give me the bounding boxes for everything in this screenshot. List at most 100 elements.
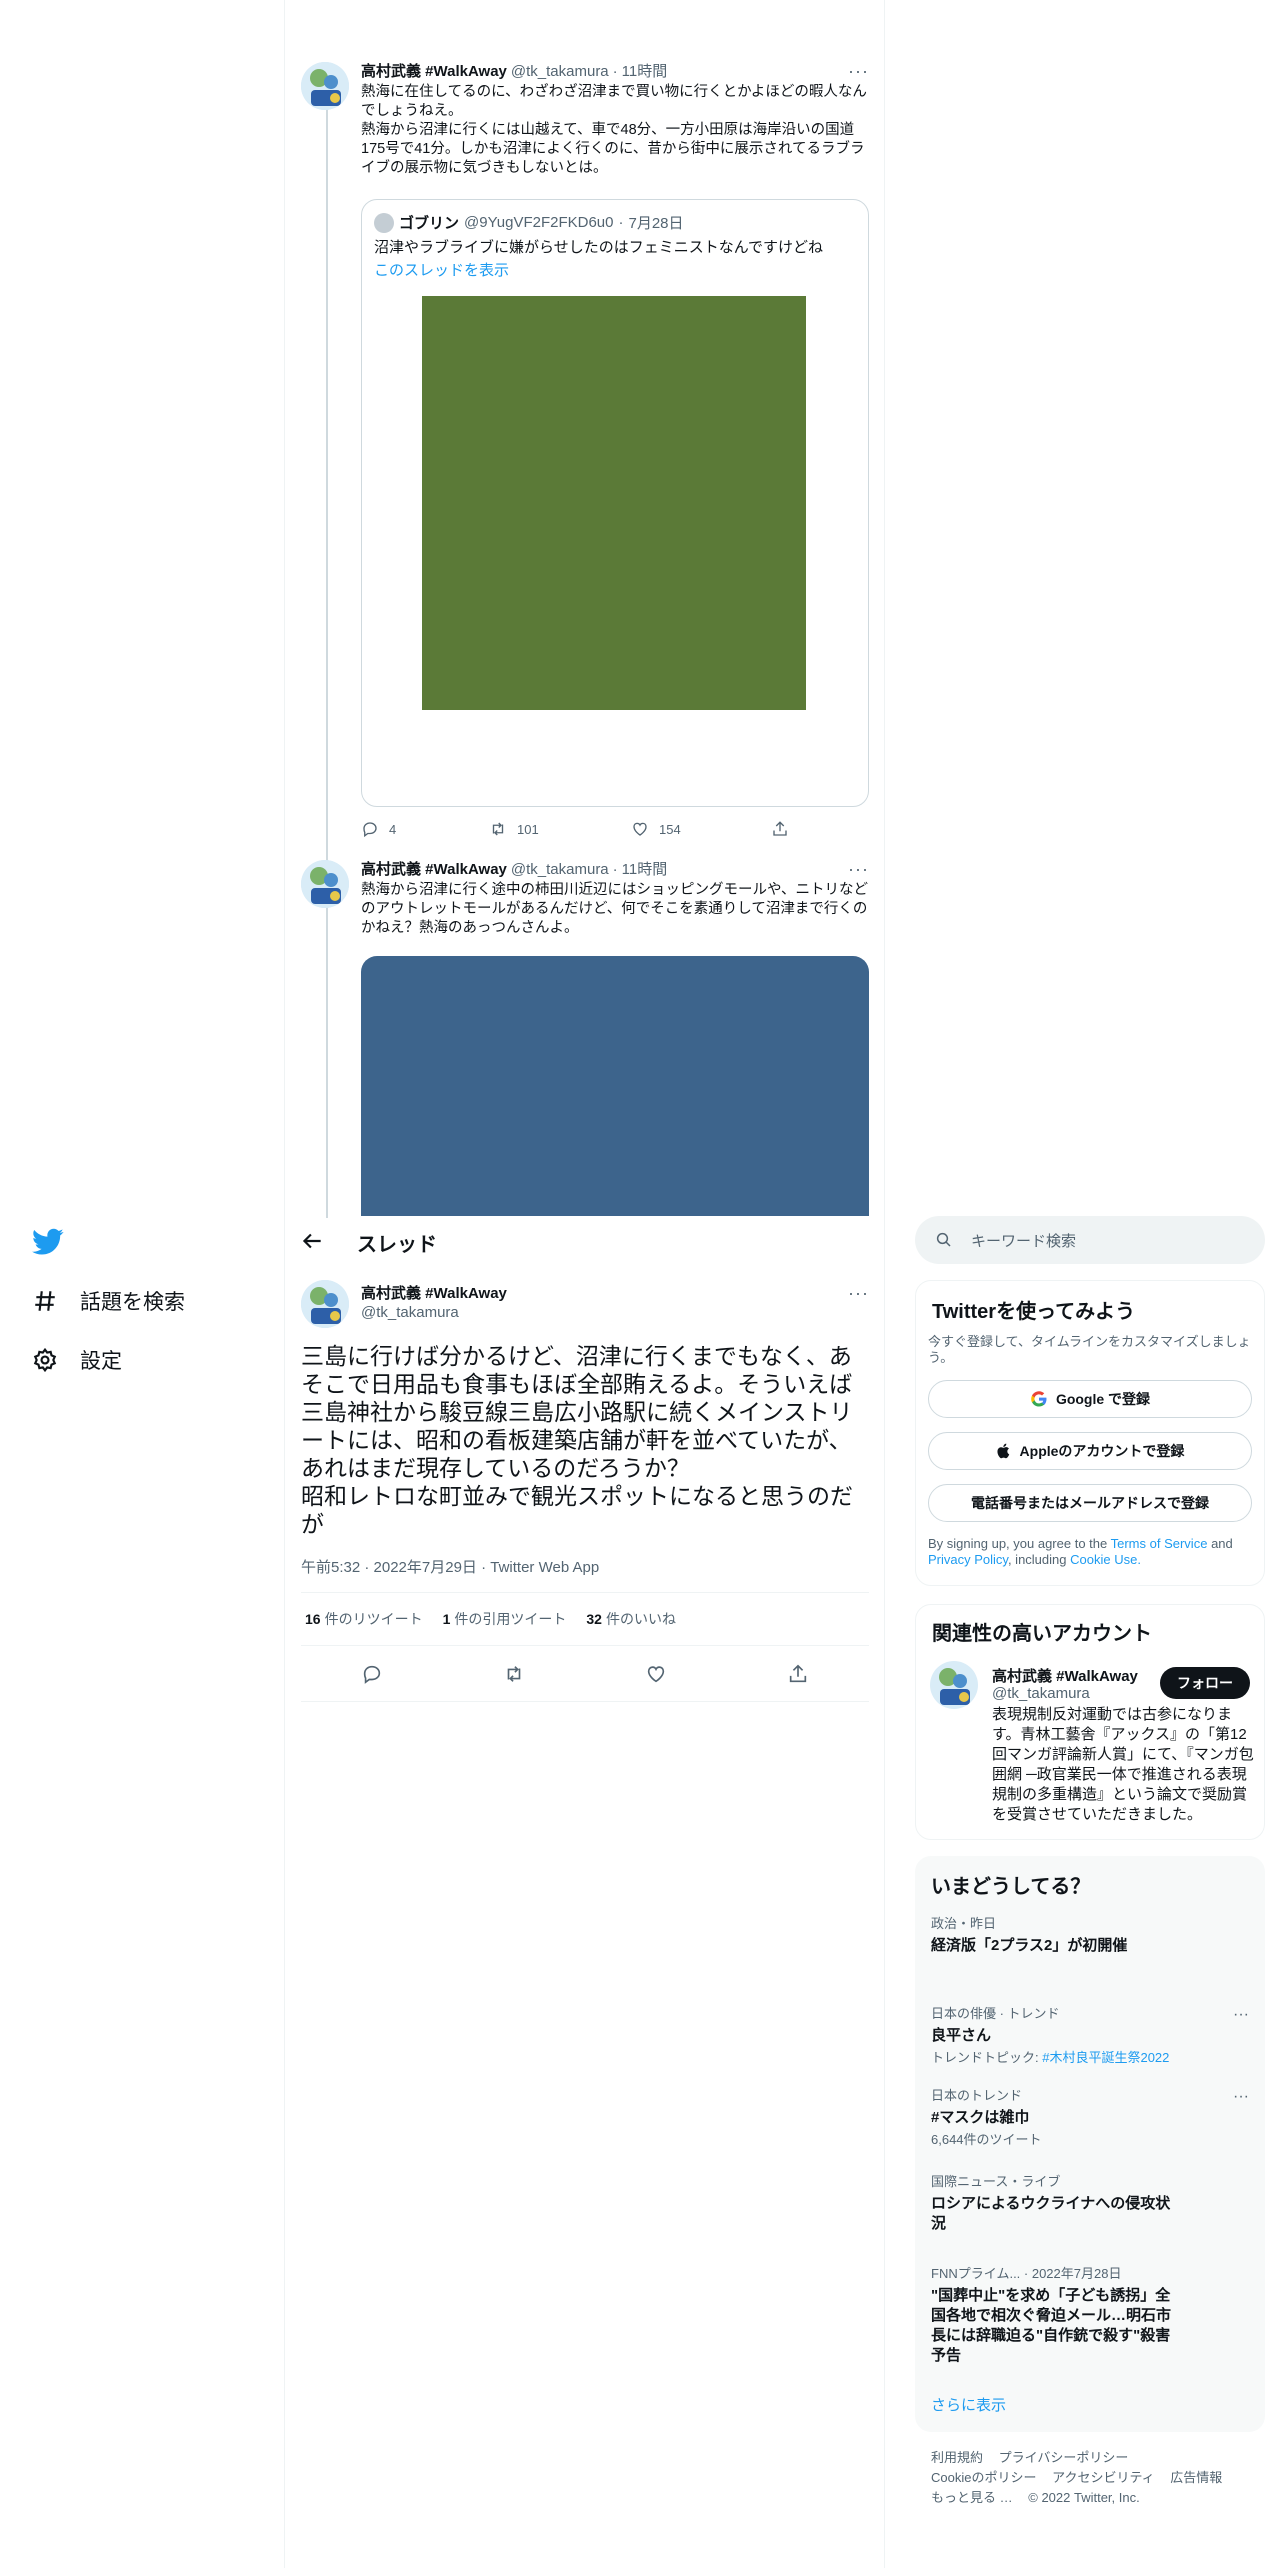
nav-settings-label: 設定 <box>80 1350 122 1373</box>
show-thread-link[interactable]: このスレッドを表示 <box>362 258 868 281</box>
avatar[interactable] <box>301 62 349 110</box>
related-accounts-card: 関連性の高いアカウント 高村武義 #WalkAway @tk_takamura … <box>915 1604 1265 1840</box>
more-options-icon[interactable]: ··· <box>848 62 869 80</box>
retweet-icon[interactable] <box>503 1663 525 1685</box>
quotes-stat[interactable]: 1 件の引用ツイート <box>443 1609 567 1629</box>
show-more-link[interactable]: さらに表示 <box>931 2394 1006 2415</box>
quoted-tweet-header: ゴブリン @9YugVF2F2FKD6u0 · 7月28日 <box>362 200 868 233</box>
thread-tweet-2[interactable]: 高村武義 #WalkAway @tk_takamura · 11時間 ··· 熱… <box>301 860 869 1216</box>
avatar-image <box>301 62 349 110</box>
focused-tweet-actions <box>301 1646 869 1702</box>
page-title: スレッド <box>357 1234 437 1256</box>
apple-signup-label: Appleのアカウントで登録 <box>1019 1443 1185 1459</box>
privacy-policy-link[interactable]: Privacy Policy <box>928 1552 1008 1567</box>
signup-title: Twitterを使ってみよう <box>932 1301 1136 1323</box>
retweets-count: 16 <box>305 1611 321 1627</box>
trend-item[interactable]: 政治・昨日 経済版「2プラス2」が初開催 <box>931 1916 1249 1956</box>
search-input[interactable]: キーワード検索 <box>915 1216 1265 1264</box>
avatar-image <box>301 1280 349 1328</box>
more-options-icon[interactable]: ··· <box>848 860 869 878</box>
tweet-time[interactable]: 11時間 <box>622 62 668 82</box>
back-arrow-icon[interactable] <box>299 1228 325 1254</box>
trend-item[interactable]: 国際ニュース・ライブ ロシアによるウクライナへの侵攻状況 <box>931 2174 1249 2234</box>
related-title: 関連性の高いアカウント <box>932 1623 1152 1645</box>
quoted-tweet[interactable]: ゴブリン @9YugVF2F2FKD6u0 · 7月28日 沼津やラブライブに嫌… <box>361 199 869 807</box>
nav-explore[interactable]: 話題を検索 <box>32 1286 185 1316</box>
reply-button[interactable]: 4 <box>361 820 489 838</box>
follow-button[interactable]: フォロー <box>1160 1667 1250 1699</box>
google-icon <box>1031 1391 1047 1407</box>
reply-icon[interactable] <box>361 1663 383 1685</box>
phone-email-signup-button[interactable]: 電話番号またはメールアドレスで登録 <box>928 1484 1252 1522</box>
heart-icon[interactable] <box>645 1663 667 1685</box>
footer-terms-link[interactable]: 利用規約 <box>931 2450 983 2465</box>
tweet-text: 熱海に在住してるのに、わざわざ沼津まで買い物に行くとかよほどの暇人なんでしょうね… <box>361 84 867 176</box>
footer-accessibility-link[interactable]: アクセシビリティ <box>1052 2470 1155 2485</box>
trend-topic-label: トレンドトピック: <box>931 2050 1043 2065</box>
signup-terms: By signing up, you agree to the Terms of… <box>928 1536 1252 1568</box>
like-button[interactable]: 154 <box>631 820 771 838</box>
share-button[interactable] <box>771 820 789 838</box>
tweet-stats: 16 件のリツイート 1 件の引用ツイート 32 件のいいね <box>301 1592 869 1646</box>
trend-item[interactable]: 日本のトレンド ··· #マスクは雑巾 6,644件のツイート <box>931 2088 1249 2148</box>
retweet-button[interactable]: 101 <box>489 820 631 838</box>
avatar[interactable] <box>301 1280 349 1328</box>
trend-title: ロシアによるウクライナへの侵攻状況 <box>931 2195 1171 2232</box>
tweet-metadata[interactable]: 午前5:32 · 2022年7月29日 · Twitter Web App <box>301 1556 599 1577</box>
quoted-tweet-image[interactable] <box>422 296 806 710</box>
thread-header: スレッド <box>285 1216 885 1266</box>
footer-more-link[interactable]: もっと見る … <box>931 2490 1013 2505</box>
author-name[interactable]: 高村武義 #WalkAway <box>361 62 507 82</box>
terms-of-service-link[interactable]: Terms of Service <box>1111 1536 1208 1551</box>
trend-item[interactable]: 日本の俳優 · トレンド ··· 良平さん トレンドトピック: #木村良平誕生祭… <box>931 2006 1249 2066</box>
footer-links: 利用規約 プライバシーポリシー Cookieのポリシー アクセシビリティ 広告情… <box>931 2448 1261 2508</box>
author-handle[interactable]: @tk_takamura <box>511 860 609 880</box>
related-account-name[interactable]: 高村武義 #WalkAway <box>992 1665 1138 1686</box>
footer-copyright: © 2022 Twitter, Inc. <box>1028 2490 1140 2505</box>
related-account-handle[interactable]: @tk_takamura <box>992 1685 1090 1702</box>
signup-card: Twitterを使ってみよう 今すぐ登録して、タイムラインをカスタマイズしましょ… <box>915 1280 1265 1586</box>
terms-prefix: By signing up, you agree to the <box>928 1536 1108 1551</box>
more-options-icon[interactable]: ··· <box>1233 2006 1249 2024</box>
trend-title: "国葬中止"を求め「子ども誘拐」全国各地で相次ぐ脅迫メール…明石市長には辞職迫る… <box>931 2287 1172 2364</box>
tweet-time[interactable]: 11時間 <box>622 860 668 880</box>
quotes-count: 1 <box>442 1611 451 1627</box>
reply-icon <box>363 822 377 838</box>
separator-dot: · <box>618 214 624 231</box>
apple-signup-button[interactable]: Appleのアカウントで登録 <box>928 1432 1252 1470</box>
footer-cookie-link[interactable]: Cookieのポリシー <box>931 2470 1036 2485</box>
tweet-media-image[interactable] <box>361 956 869 1216</box>
thread-tweet-1[interactable]: 高村武義 #WalkAway @tk_takamura · 11時間 ··· 熱… <box>301 62 869 842</box>
gear-icon <box>33 1347 57 1373</box>
cookie-use-link[interactable]: Cookie Use. <box>1070 1552 1141 1567</box>
retweets-stat[interactable]: 16 件のリツイート <box>305 1609 423 1629</box>
likes-stat[interactable]: 32 件のいいね <box>586 1609 676 1629</box>
avatar-image <box>301 860 349 908</box>
share-icon[interactable] <box>787 1663 809 1685</box>
twitter-logo-icon[interactable] <box>32 1228 64 1256</box>
retweet-count: 101 <box>517 821 539 837</box>
author-name[interactable]: 高村武義 #WalkAway <box>361 860 507 880</box>
trend-title: #マスクは雑巾 <box>931 2109 1030 2126</box>
footer-privacy-link[interactable]: プライバシーポリシー <box>999 2450 1129 2465</box>
avatar[interactable] <box>301 860 349 908</box>
nav-settings[interactable]: 設定 <box>32 1345 122 1375</box>
quoted-author-name: ゴブリン <box>399 215 460 232</box>
footer-ads-link[interactable]: 広告情報 <box>1170 2470 1222 2485</box>
retweet-icon <box>492 822 504 836</box>
trend-item[interactable]: FNNプライム... · 2022年7月28日 "国葬中止"を求め「子ども誘拐」… <box>931 2266 1249 2366</box>
tweet-text: 熱海から沼津に行く途中の柿田川近辺にはショッピングモールや、ニトリなどのアウトレ… <box>361 882 869 936</box>
tweet-body: 高村武義 #WalkAway @tk_takamura · 11時間 ··· 熱… <box>361 62 869 178</box>
trend-hashtag-link[interactable]: #木村良平誕生祭2022 <box>1042 2050 1169 2065</box>
avatar[interactable] <box>930 1661 978 1709</box>
quotes-label: 件の引用ツイート <box>454 1611 567 1627</box>
more-options-icon[interactable]: ··· <box>1233 2088 1249 2106</box>
heart-icon <box>633 822 647 836</box>
author-name[interactable]: 高村武義 #WalkAway <box>361 1282 507 1303</box>
author-handle[interactable]: @tk_takamura <box>361 1304 459 1321</box>
terms-including: , including <box>1007 1552 1067 1567</box>
more-options-icon[interactable]: ··· <box>848 1284 869 1302</box>
google-signup-button[interactable]: Google で登録 <box>928 1380 1252 1418</box>
tweet-actions: 4 101 154 <box>361 820 789 838</box>
author-handle[interactable]: @tk_takamura <box>511 62 609 82</box>
